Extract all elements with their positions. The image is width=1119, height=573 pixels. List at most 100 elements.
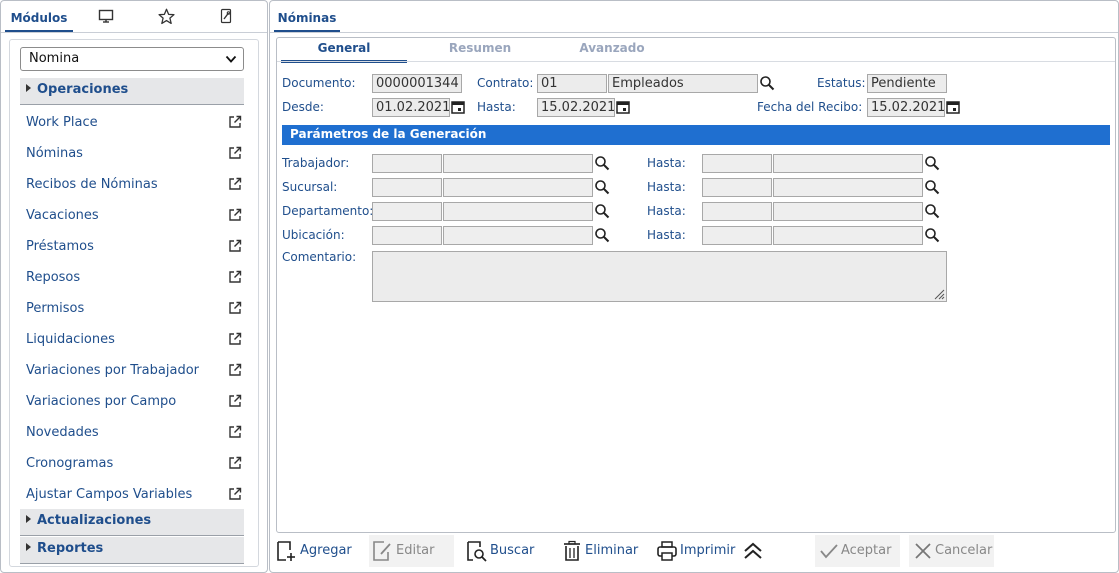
- caret-right-icon: [26, 515, 31, 523]
- menu-item-label: Variaciones por Campo: [26, 394, 177, 409]
- module-select[interactable]: Nomina: [20, 47, 244, 71]
- desde-field[interactable]: 01.02.2021: [372, 98, 450, 117]
- tab-favorites[interactable]: [151, 6, 181, 32]
- tab-nominas[interactable]: Nóminas: [274, 6, 340, 33]
- trabajador-hasta-label: Hasta:: [647, 156, 686, 170]
- buscar-button[interactable]: Buscar: [466, 535, 541, 567]
- menu-item[interactable]: Cronogramas: [26, 456, 242, 478]
- section-actualizaciones[interactable]: Actualizaciones: [20, 509, 244, 535]
- departamento-from-name-field[interactable]: [443, 202, 593, 221]
- documento-field[interactable]: 0000001344: [372, 74, 462, 93]
- calendar-icon[interactable]: [616, 100, 630, 114]
- sucursal-label: Sucursal:: [282, 180, 338, 194]
- sucursal-to-name-field[interactable]: [773, 178, 923, 197]
- imprimir-button[interactable]: Imprimir: [656, 535, 736, 567]
- trash-icon: [564, 540, 580, 561]
- search-icon[interactable]: [924, 227, 940, 243]
- sucursal-to-code-field[interactable]: [702, 178, 772, 197]
- menu-item[interactable]: Variaciones por Trabajador: [26, 363, 242, 385]
- external-link-icon[interactable]: [228, 208, 242, 222]
- menu-item[interactable]: Liquidaciones: [26, 332, 242, 354]
- external-link-icon[interactable]: [228, 301, 242, 315]
- external-link-icon[interactable]: [228, 270, 242, 284]
- sucursal-from-name-field[interactable]: [443, 178, 593, 197]
- external-link-icon[interactable]: [228, 177, 242, 191]
- search-icon[interactable]: [924, 155, 940, 171]
- fecha-recibo-field[interactable]: 15.02.2021: [867, 98, 945, 117]
- trabajador-from-code-field[interactable]: [372, 154, 442, 173]
- menu-item[interactable]: Reposos: [26, 270, 242, 292]
- tab-tools[interactable]: [211, 6, 241, 32]
- edit-icon: [373, 541, 391, 561]
- menu-item[interactable]: Nóminas: [26, 146, 242, 168]
- contrato-code-field[interactable]: 01: [537, 74, 607, 93]
- menu-item[interactable]: Work Place: [26, 115, 242, 137]
- cancelar-button[interactable]: Cancelar: [909, 535, 994, 567]
- search-icon[interactable]: [594, 155, 610, 171]
- calendar-icon[interactable]: [946, 100, 960, 114]
- external-link-icon[interactable]: [228, 115, 242, 129]
- contrato-name-field[interactable]: Empleados: [608, 74, 758, 93]
- subtab-resumen[interactable]: Resumen: [417, 41, 543, 61]
- search-icon[interactable]: [594, 227, 610, 243]
- section-operaciones[interactable]: Operaciones: [20, 78, 244, 104]
- eliminar-button[interactable]: Eliminar: [561, 535, 641, 567]
- ubicacion-from-code-field[interactable]: [372, 226, 442, 245]
- external-link-icon[interactable]: [228, 394, 242, 408]
- menu-item-label: Recibos de Nóminas: [26, 177, 158, 192]
- external-link-icon[interactable]: [228, 456, 242, 470]
- section-reportes[interactable]: Reportes: [20, 537, 244, 563]
- ubicacion-from-name-field[interactable]: [443, 226, 593, 245]
- trabajador-to-code-field[interactable]: [702, 154, 772, 173]
- collapse-toolbar-button[interactable]: [742, 535, 766, 567]
- search-icon[interactable]: [594, 203, 610, 219]
- departamento-to-name-field[interactable]: [773, 202, 923, 221]
- aceptar-button[interactable]: Aceptar: [815, 535, 900, 567]
- search-icon[interactable]: [924, 179, 940, 195]
- star-icon: [157, 8, 175, 25]
- tab-monitor[interactable]: [91, 6, 121, 32]
- sucursal-from-code-field[interactable]: [372, 178, 442, 197]
- tab-divider: [1, 32, 267, 33]
- subtab-avanzado[interactable]: Avanzado: [549, 41, 675, 61]
- trabajador-from-name-field[interactable]: [443, 154, 593, 173]
- calendar-icon[interactable]: [451, 100, 465, 114]
- external-link-icon[interactable]: [228, 425, 242, 439]
- sucursal-hasta-label: Hasta:: [647, 180, 686, 194]
- agregar-button[interactable]: Agregar: [276, 535, 356, 567]
- departamento-from-code-field[interactable]: [372, 202, 442, 221]
- external-link-icon[interactable]: [228, 146, 242, 160]
- menu-item[interactable]: Variaciones por Campo: [26, 394, 242, 416]
- ubicacion-to-code-field[interactable]: [702, 226, 772, 245]
- subtab-general[interactable]: General: [281, 41, 407, 63]
- hasta-field[interactable]: 15.02.2021: [537, 98, 615, 117]
- menu-item[interactable]: Ajustar Campos Variables: [26, 487, 242, 509]
- trabajador-to-name-field[interactable]: [773, 154, 923, 173]
- buscar-label: Buscar: [490, 543, 535, 558]
- resize-grip-icon[interactable]: [931, 286, 945, 300]
- agregar-label: Agregar: [300, 543, 352, 558]
- menu-item-label: Permisos: [26, 301, 85, 316]
- menu-item[interactable]: Préstamos: [26, 239, 242, 261]
- aceptar-label: Aceptar: [841, 543, 892, 558]
- editar-label: Editar: [396, 543, 435, 558]
- comentario-textarea[interactable]: [372, 251, 947, 302]
- menu-item[interactable]: Permisos: [26, 301, 242, 323]
- external-link-icon[interactable]: [228, 332, 242, 346]
- caret-right-icon: [26, 84, 31, 92]
- search-document-icon: [467, 541, 487, 562]
- external-link-icon[interactable]: [228, 487, 242, 501]
- search-icon[interactable]: [924, 203, 940, 219]
- external-link-icon[interactable]: [228, 239, 242, 253]
- search-icon[interactable]: [594, 179, 610, 195]
- external-link-icon[interactable]: [228, 363, 242, 377]
- departamento-to-code-field[interactable]: [702, 202, 772, 221]
- comentario-label: Comentario:: [282, 250, 357, 264]
- tab-modulos[interactable]: Módulos: [5, 6, 73, 33]
- menu-item[interactable]: Vacaciones: [26, 208, 242, 230]
- menu-item[interactable]: Novedades: [26, 425, 242, 447]
- search-icon[interactable]: [759, 75, 775, 91]
- ubicacion-to-name-field[interactable]: [773, 226, 923, 245]
- editar-button[interactable]: Editar: [369, 535, 454, 567]
- menu-item[interactable]: Recibos de Nóminas: [26, 177, 242, 199]
